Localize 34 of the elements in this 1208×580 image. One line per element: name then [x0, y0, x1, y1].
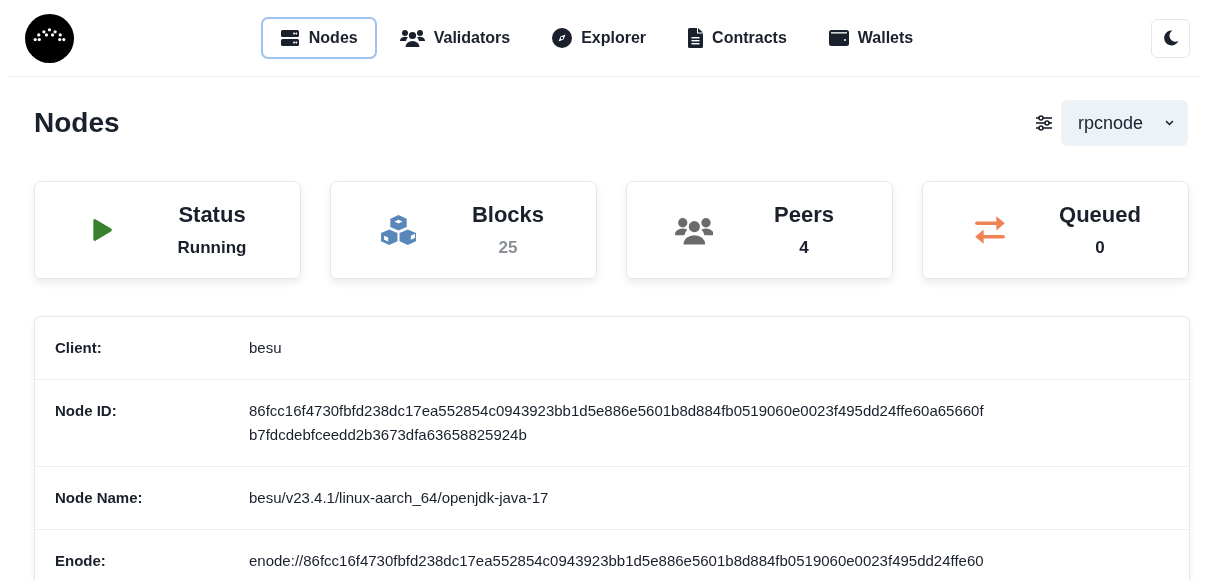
- detail-label: Node ID:: [55, 401, 118, 421]
- node-select[interactable]: rpcnode: [1061, 100, 1188, 146]
- detail-value: besu/v23.4.1/linux-aarch_64/openjdk-java-17: [249, 488, 549, 508]
- detail-value: b7fdcdebfceedd2b3673dfa63658825924b: [249, 425, 528, 445]
- stat-value: Running: [177, 238, 247, 258]
- stat-value: 25: [498, 238, 518, 258]
- nav-tab[interactable]: Explorer: [533, 17, 666, 59]
- nav-tab[interactable]: Validators: [380, 17, 530, 59]
- stat-title: Status: [178, 202, 246, 228]
- server-icon: [279, 28, 300, 48]
- compass-icon: [552, 28, 573, 48]
- moon-icon: [1162, 30, 1179, 46]
- users-icon: [399, 28, 425, 48]
- detail-label: Client:: [55, 338, 103, 358]
- stat-title: Peers: [774, 202, 834, 228]
- theme-toggle-button[interactable]: [1151, 18, 1190, 58]
- document-icon: [688, 28, 704, 48]
- detail-value: besu: [249, 338, 282, 358]
- wallet-icon: [828, 28, 849, 48]
- detail-label: Enode:: [55, 551, 107, 571]
- chevron-down-icon: [1165, 119, 1174, 127]
- nav-tab[interactable]: Nodes: [260, 17, 377, 59]
- nav-tab[interactable]: Wallets: [809, 17, 933, 59]
- stat-value: 0: [1095, 238, 1105, 258]
- stat-value: 4: [799, 238, 809, 258]
- stat-title: Blocks: [471, 202, 545, 228]
- nav-tab[interactable]: Contracts: [669, 17, 806, 59]
- detail-value: 86fcc16f4730fbfd238dc17ea552854c0943923bb1d5e886e5601b8d884fb0519060e0023f495dd24ffe60a65660f: [249, 401, 984, 421]
- detail-label: Node Name:: [55, 488, 144, 508]
- page-title: Nodes: [34, 107, 121, 139]
- sliders-icon[interactable]: [1035, 115, 1053, 131]
- detail-value: enode://86fcc16f4730fbfd238dc17ea552854c0943923bb1d5e886e5601b8d884fb0519060e0023f495dd24ffe60: [249, 551, 984, 571]
- stat-title: Queued: [1059, 202, 1141, 228]
- logo[interactable]: [25, 13, 74, 63]
